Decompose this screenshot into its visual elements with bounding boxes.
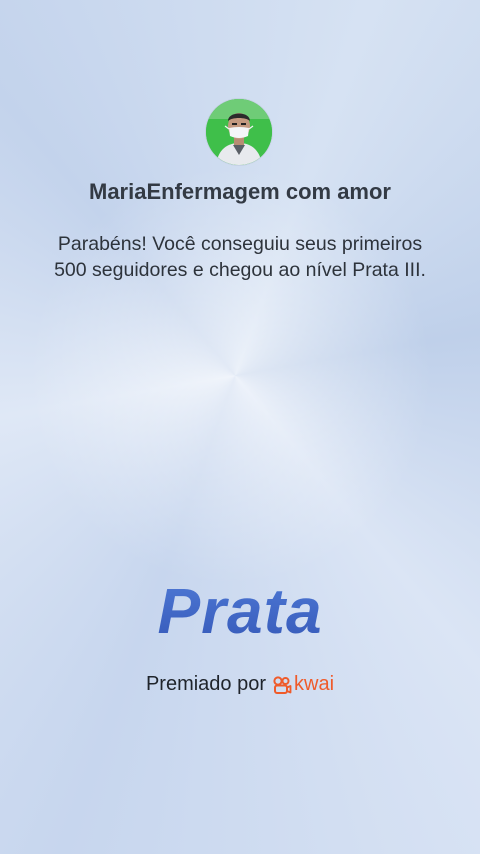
achievement-screen: MariaEnfermagem com amor Parabéns! Você … — [0, 0, 480, 854]
level-title: Prata — [0, 574, 480, 648]
kwai-logo-icon — [273, 675, 292, 694]
awarded-by-label: Premiado por — [145, 673, 267, 695]
awarded-by-row: Premiado por kwai — [0, 673, 480, 696]
username: MariaEnfermagem com amor — [89, 179, 391, 204]
kwai-brand-name: kwai — [294, 673, 335, 695]
avatar[interactable] — [206, 99, 272, 165]
kwai-brand: kwai — [272, 673, 334, 696]
congratulations-message: Parabéns! Você conseguiu seus primeiros … — [54, 233, 426, 281]
person-avatar-icon — [206, 99, 272, 165]
